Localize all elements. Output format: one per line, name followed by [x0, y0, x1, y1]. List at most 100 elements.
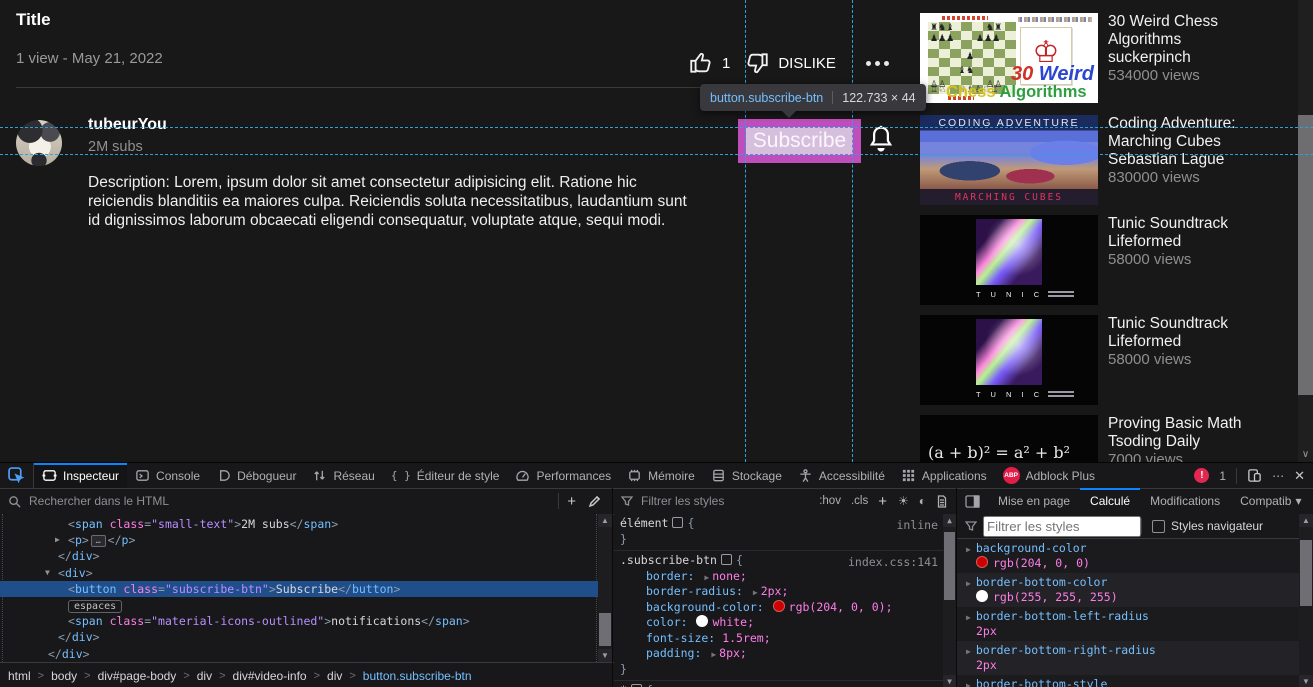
error-badge-icon[interactable]: !: [1194, 468, 1209, 483]
rule-location[interactable]: index.css:141: [848, 555, 938, 571]
bell-icon[interactable]: [866, 124, 896, 156]
expand-icon[interactable]: ▶: [704, 573, 709, 582]
pane-toggle-icon[interactable]: [965, 495, 980, 508]
computed-property[interactable]: ▶border-bottom-colorrgb(255, 255, 255): [957, 573, 1313, 607]
tab-reseau[interactable]: Réseau: [304, 463, 382, 488]
tab-modifications[interactable]: Modifications: [1140, 488, 1230, 514]
tab-adblock-plus[interactable]: ABP Adblock Plus: [995, 463, 1103, 488]
markup-line[interactable]: </div>: [0, 548, 613, 564]
channel-name[interactable]: tubeurYou: [88, 116, 167, 134]
scroll-up-icon[interactable]: ▲: [1299, 514, 1313, 527]
markup-line[interactable]: </div>: [0, 629, 613, 645]
markup-line[interactable]: espaces: [0, 597, 613, 613]
scrollbar-thumb[interactable]: [944, 532, 955, 600]
expand-icon[interactable]: ▶: [966, 681, 971, 687]
browser-styles-checkbox[interactable]: [1152, 520, 1165, 533]
css-declaration[interactable]: border: ▶none;: [620, 569, 956, 585]
video-thumbnail[interactable]: T U N I C: [920, 315, 1098, 405]
eyedropper-icon[interactable]: [588, 494, 602, 508]
panel-splitter[interactable]: [612, 488, 613, 687]
html-search-input[interactable]: [27, 493, 558, 509]
highlight-target-icon[interactable]: [721, 554, 732, 565]
tab-console[interactable]: Console: [127, 463, 208, 488]
rule-selector[interactable]: élément: [620, 516, 668, 530]
pseudo-class-toggle[interactable]: :hov: [819, 495, 841, 507]
computed-filter-input[interactable]: [983, 516, 1141, 537]
tab-accessibilite[interactable]: Accessibilité: [790, 463, 893, 488]
meatball-menu-icon[interactable]: ⋯: [1272, 469, 1284, 483]
breadcrumb-item[interactable]: div: [197, 669, 212, 683]
tab-inspecteur[interactable]: Inspecteur: [34, 463, 127, 488]
breadcrumb-item[interactable]: button.subscribe-btn: [363, 669, 472, 683]
markup-scrollbar[interactable]: ▲ ▼: [598, 514, 612, 662]
video-thumbnail[interactable]: CODING ADVENTURE MARCHING CUBES: [920, 115, 1098, 205]
scrollbar-down-icon[interactable]: ∨: [1298, 447, 1313, 462]
scroll-down-icon[interactable]: ▼: [598, 649, 612, 662]
rule-selector[interactable]: *: [620, 683, 627, 687]
breadcrumb-item[interactable]: div#video-info: [233, 669, 307, 683]
computed-property[interactable]: ▶background-colorrgb(204, 0, 0): [957, 539, 1313, 573]
tab-editeur-de-style[interactable]: { } Éditeur de style: [383, 463, 508, 488]
add-rule-icon[interactable]: +: [878, 493, 887, 510]
light-mode-icon[interactable]: ☀: [898, 494, 909, 508]
scroll-up-icon[interactable]: ▲: [943, 514, 956, 527]
tab-memoire[interactable]: Mémoire: [619, 463, 703, 488]
expand-icon[interactable]: ▶: [711, 650, 716, 659]
subscribe-button[interactable]: Subscribe: [746, 127, 853, 155]
markup-line[interactable]: ▶<p>…</p>: [0, 532, 613, 548]
expand-icon[interactable]: ▶: [753, 588, 758, 597]
video-thumbnail[interactable]: T U N I C: [920, 215, 1098, 305]
markup-line[interactable]: </div>: [0, 646, 613, 662]
scroll-down-icon[interactable]: ▼: [943, 675, 956, 687]
responsive-mode-icon[interactable]: [1247, 468, 1262, 483]
expand-icon[interactable]: ▶: [966, 647, 971, 656]
twisty-icon[interactable]: ▶: [55, 532, 60, 548]
highlight-target-icon[interactable]: [672, 517, 683, 528]
expand-icon[interactable]: ▶: [966, 545, 971, 554]
color-swatch[interactable]: [696, 615, 708, 627]
css-declaration[interactable]: padding: ▶8px;: [620, 646, 956, 662]
chevron-down-icon[interactable]: ▾: [1295, 494, 1301, 508]
page-scrollbar[interactable]: ∨: [1298, 0, 1313, 462]
scrollbar-thumb[interactable]: [1298, 115, 1313, 395]
markup-line[interactable]: ▼<div>: [0, 565, 613, 581]
css-declaration[interactable]: border-radius: ▶2px;: [620, 584, 956, 600]
tab-compatibilite[interactable]: Compatib: [1230, 488, 1301, 514]
panel-splitter[interactable]: [956, 488, 957, 687]
tab-debogueur[interactable]: Débogueur: [208, 463, 304, 488]
tab-mise-en-page[interactable]: Mise en page: [988, 488, 1080, 514]
print-simulation-icon[interactable]: [936, 495, 948, 508]
rule-selector[interactable]: .subscribe-btn: [620, 553, 717, 567]
computed-property[interactable]: ▶border-bottom-right-radius2px: [957, 641, 1313, 675]
computed-property[interactable]: ▶border-bottom-stylenone: [957, 675, 1313, 687]
twisty-icon[interactable]: ▼: [45, 565, 50, 581]
tab-calcule[interactable]: Calculé: [1080, 488, 1140, 514]
styles-filter-input[interactable]: [639, 493, 819, 509]
video-thumbnail[interactable]: ♜♞♝♞♜ ♟♟♟♟♟♟ ♟♝♞ ♙♙♙♙ ♖♘♕♗♙♘♖ ♔ 30 Weird…: [920, 13, 1098, 103]
tab-performances[interactable]: Performances: [507, 463, 619, 488]
color-swatch[interactable]: [773, 600, 785, 612]
breadcrumb-item[interactable]: html: [8, 669, 31, 683]
scrollbar-thumb[interactable]: [599, 613, 611, 646]
close-devtools-icon[interactable]: ✕: [1294, 468, 1305, 484]
breadcrumb-item[interactable]: body: [51, 669, 77, 683]
pick-element-button[interactable]: [0, 463, 34, 488]
markup-line[interactable]: <button class="subscribe-btn">Subscribe<…: [0, 581, 613, 597]
css-declaration[interactable]: background-color: rgb(204, 0, 0);: [620, 600, 956, 616]
rules-scrollbar[interactable]: ▲ ▼: [943, 514, 956, 687]
scroll-down-icon[interactable]: ▼: [1299, 675, 1313, 687]
css-declaration[interactable]: color: white;: [620, 615, 956, 631]
scroll-up-icon[interactable]: ▲: [598, 514, 612, 527]
more-icon[interactable]: [866, 61, 889, 66]
computed-property[interactable]: ▶border-bottom-left-radius2px: [957, 607, 1313, 641]
expand-icon[interactable]: ▶: [966, 579, 971, 588]
breadcrumb-item[interactable]: div#page-body: [98, 669, 177, 683]
scrollbar-thumb[interactable]: [1300, 540, 1312, 606]
expand-icon[interactable]: ▶: [966, 613, 971, 622]
css-declaration[interactable]: font-size: 1.5rem;: [620, 631, 956, 647]
class-toggle[interactable]: .cls: [851, 495, 868, 507]
tab-applications[interactable]: Applications: [893, 463, 995, 488]
like-button[interactable]: 1: [688, 50, 730, 76]
video-thumbnail[interactable]: (a + b)² = a² + b²: [920, 415, 1098, 462]
add-node-icon[interactable]: +: [567, 493, 576, 510]
